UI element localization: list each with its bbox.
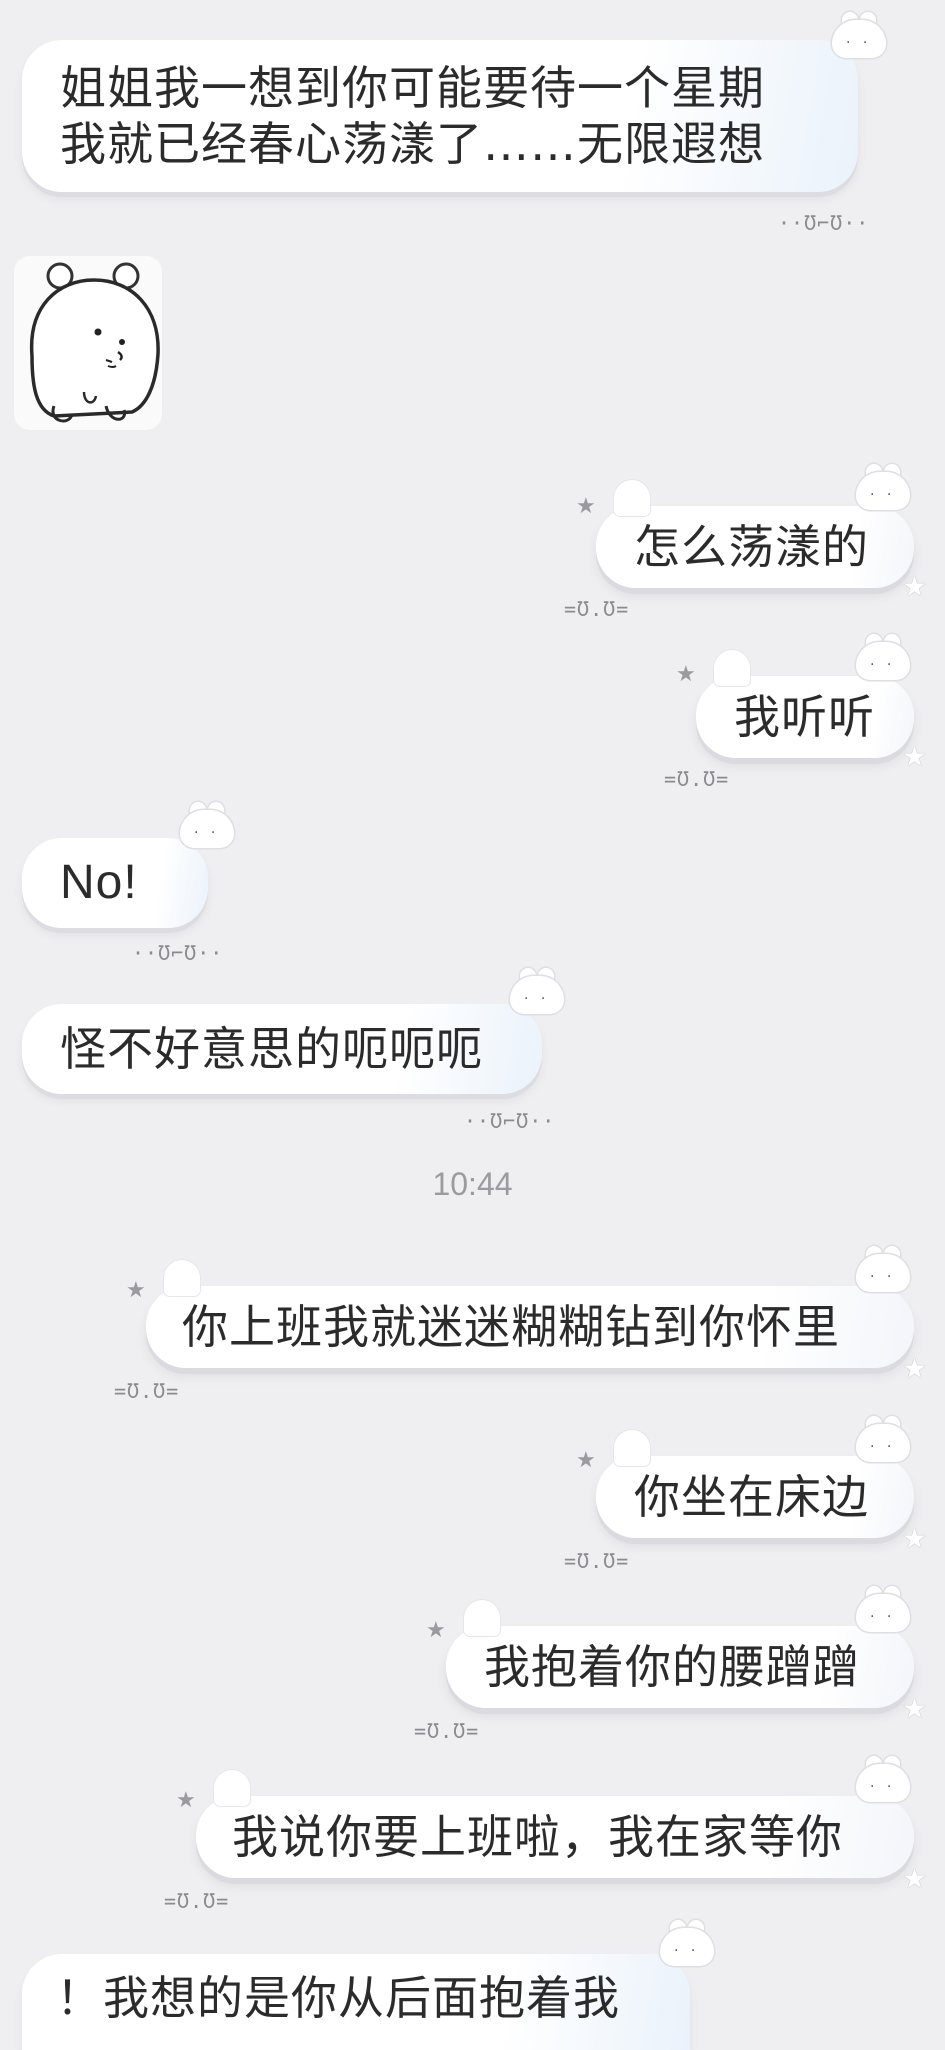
message-text: 我抱着你的腰蹭蹭 [484,1640,860,1694]
star-icon: ★ [176,1788,196,1813]
bunny-ears-icon [214,1770,250,1806]
star-icon: ★ [902,1862,928,1895]
bunny-icon: · · [856,1416,910,1462]
message-bubble-incoming[interactable]: 姐姐我一想到你可能要待一个星期 我就已经春心荡漾了……无限遐想 [22,40,858,192]
message-status-mark: ··Ʊ⌐Ʊ·· [132,941,224,965]
message-status-mark: =Ʊ.Ʊ= [114,1379,180,1403]
message-bubble-incoming[interactable]: 怪不好意思的呃呃呃 [22,1004,542,1094]
star-icon: ★ [902,1352,928,1385]
message-bubble-incoming[interactable]: ！我想的是你从后面抱着我 [22,1954,690,2050]
message-text-line-2: 我就已经春心荡漾了……无限遐想 [60,117,765,171]
star-icon: ★ [426,1618,446,1643]
bunny-ears-icon [614,480,650,516]
chat-thread: 姐姐我一想到你可能要待一个星期 我就已经春心荡漾了……无限遐想 · · ··Ʊ⌐… [0,0,945,2050]
star-icon: ★ [902,570,928,603]
message-bubble-outgoing[interactable]: 你坐在床边 [596,1430,914,1538]
bunny-icon: · · [660,1920,714,1966]
message-bubble-outgoing[interactable]: 我抱着你的腰蹭蹭 [446,1600,914,1708]
star-icon: ★ [902,1692,928,1725]
message-status-mark: ··Ʊ⌐Ʊ·· [464,1109,556,1133]
message-bubble-outgoing[interactable]: 你上班我就迷迷糊糊钻到你怀里 [146,1260,914,1368]
bunny-ears-icon [164,1260,200,1296]
star-icon: ★ [902,740,928,773]
message-bubble-outgoing[interactable]: 我听听 [696,650,914,758]
star-icon: ★ [902,1522,928,1555]
message-status-mark: =Ʊ.Ʊ= [164,1889,230,1913]
message-status-mark: =Ʊ.Ʊ= [664,767,730,791]
message-text: ！我想的是你从后面抱着我 [56,1971,620,2025]
message-text: 你上班我就迷迷糊糊钻到你怀里 [182,1300,840,1354]
bear-icon [29,262,160,423]
bunny-icon: · · [832,12,886,58]
message-bubble-outgoing[interactable]: 我说你要上班啦，我在家等你 [196,1770,914,1878]
message-text: No! [60,856,138,909]
star-icon: ★ [676,662,696,687]
bunny-ears-icon [464,1600,500,1636]
message-text-line-1: 姐姐我一想到你可能要待一个星期 [60,61,765,115]
message-text: 你坐在床边 [634,1470,869,1524]
message-text: 怎么荡漾的 [634,520,869,574]
bunny-icon: · · [856,1246,910,1292]
message-text: 怪不好意思的呃呃呃 [60,1022,483,1076]
bunny-ears-icon [614,1430,650,1466]
bunny-icon: · · [180,802,234,848]
bunny-icon: · · [856,1586,910,1632]
message-status-mark: =Ʊ.Ʊ= [564,597,630,621]
star-icon: ★ [576,1448,596,1473]
message-bubble-outgoing[interactable]: 怎么荡漾的 [596,480,914,588]
message-status-mark: =Ʊ.Ʊ= [414,1719,480,1743]
message-status-mark: =Ʊ.Ʊ= [564,1549,630,1573]
bunny-icon: · · [856,464,910,510]
message-text: 我说你要上班啦，我在家等你 [232,1810,843,1864]
message-timestamp: 10:44 [432,1166,513,1202]
bear-sticker[interactable] [14,256,162,430]
bunny-icon: · · [856,634,910,680]
star-icon: ★ [126,1278,146,1303]
message-text: 我听听 [734,690,875,744]
bunny-icon: · · [856,1756,910,1802]
bunny-icon: · · [510,968,564,1014]
message-bubble-incoming[interactable]: No! [22,838,208,928]
message-status-mark: ··Ʊ⌐Ʊ·· [778,211,870,235]
star-icon: ★ [576,494,596,519]
bunny-ears-icon [714,650,750,686]
